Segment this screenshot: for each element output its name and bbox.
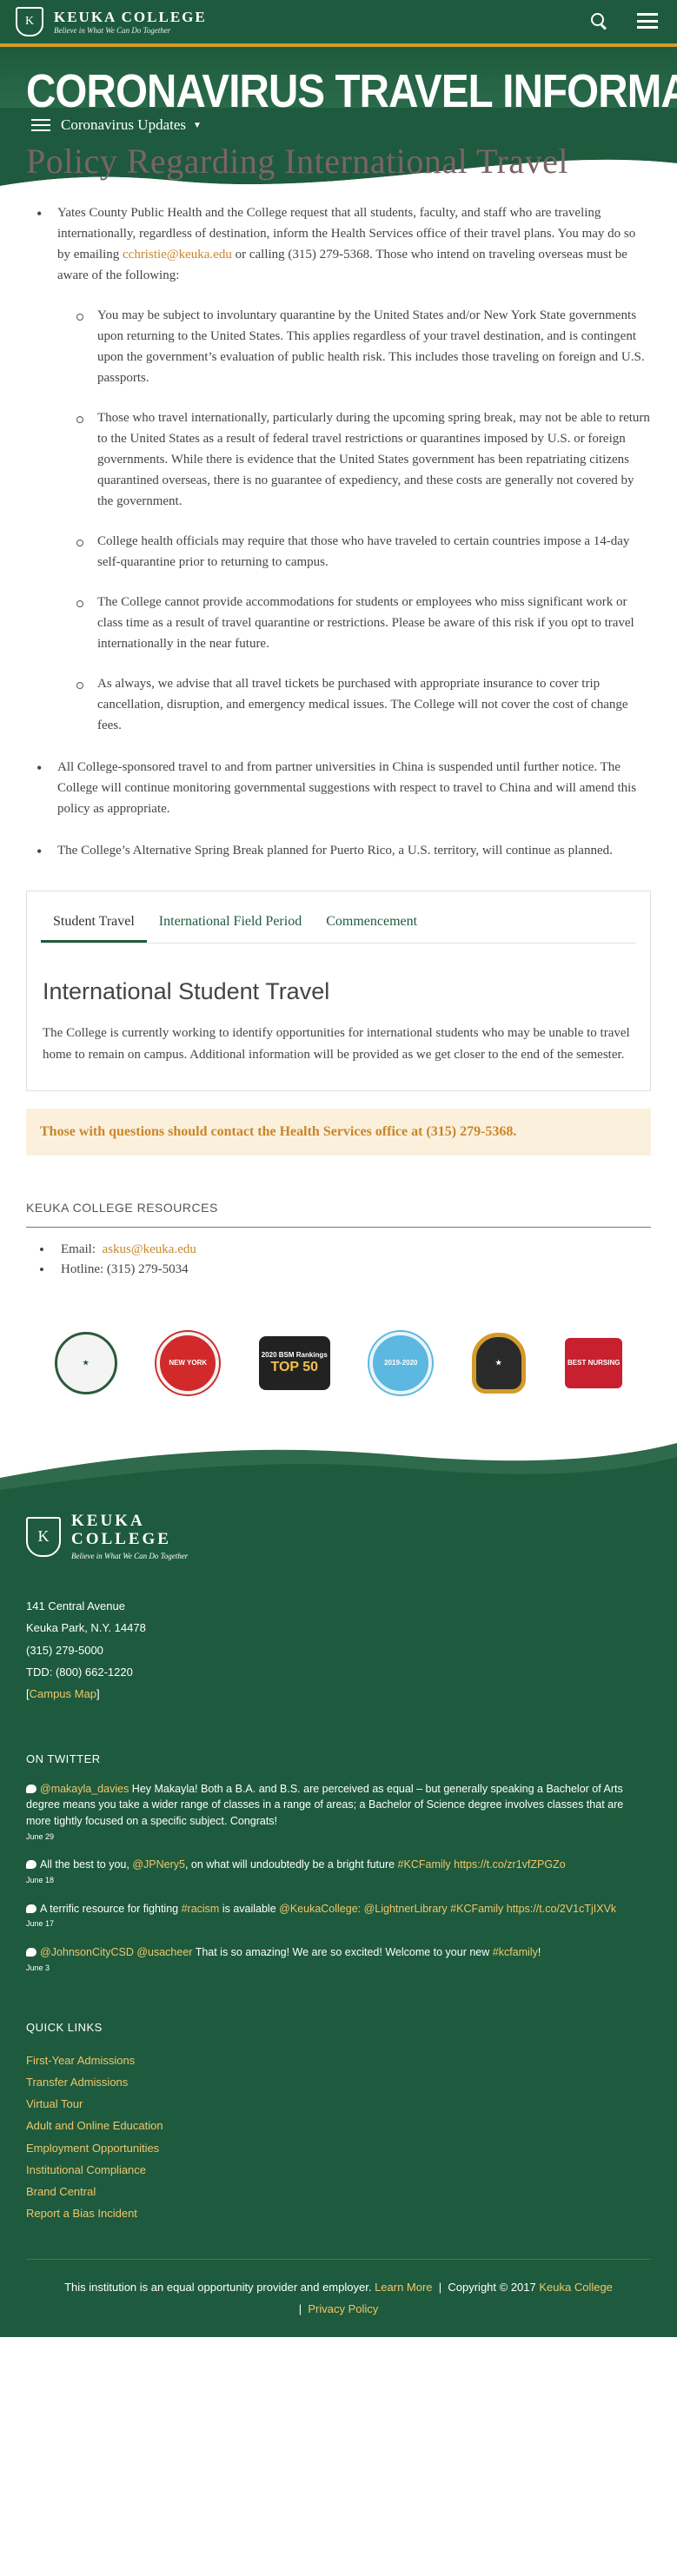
sub-list-item: College health officials may require tha… xyxy=(57,531,651,573)
footer-wave xyxy=(0,1434,677,1505)
quick-link-brand-central[interactable]: Brand Central xyxy=(26,2185,96,2198)
resources-list: Email: askus@keuka.edu Hotline: (315) 27… xyxy=(26,1239,651,1282)
tweet: @makayla_davies Hey Makayla! Both a B.A.… xyxy=(26,1782,624,1841)
college-of-distinction-badge: 2019-2020 xyxy=(369,1332,433,1395)
list-item: All College-sponsored travel to and from… xyxy=(26,756,651,819)
quick-link-first-year-admissions[interactable]: First-Year Admissions xyxy=(26,2054,135,2067)
subnav-label: Coronavirus Updates xyxy=(61,116,187,133)
twitter-icon xyxy=(26,1947,37,1957)
brand-tagline: Believe in What We Can Do Together xyxy=(54,26,171,35)
page-title: Policy Regarding International Travel xyxy=(26,142,568,181)
tweet: @JohnsonCityCSD @usacheer That is so ama… xyxy=(26,1945,541,1972)
best-nursing-badge: BEST NURSING xyxy=(565,1338,623,1389)
tweet-handle[interactable]: @makayla_davies xyxy=(40,1783,129,1795)
tweet-handle[interactable]: @JohnsonCityCSD @usacheer xyxy=(40,1946,192,1958)
travel-tabs: Student Travel International Field Perio… xyxy=(26,891,651,1091)
twitter-icon xyxy=(26,1784,37,1793)
college-logo-icon: K xyxy=(26,1516,61,1557)
subnav-toggle[interactable]: Coronavirus Updates ▼ xyxy=(31,116,202,134)
sub-list: You may be subject to involuntary quaran… xyxy=(57,305,651,736)
sub-list-item: As always, we advise that all travel tic… xyxy=(57,673,651,736)
site-header: K KEUKA COLLEGE Believe in What We Can D… xyxy=(0,0,677,47)
sub-list-item: The College cannot provide accommodation… xyxy=(57,592,651,654)
tweet-handle[interactable]: @JPNery5 xyxy=(132,1858,185,1871)
twitter-icon xyxy=(26,1860,37,1870)
award-badges: ★ NEW YORK 2020 BSM Rankings TOP 50 2019-… xyxy=(26,1332,651,1395)
brand[interactable]: KEUKA COLLEGE Believe in What We Can Do … xyxy=(54,9,207,35)
privacy-policy-link[interactable]: Privacy Policy xyxy=(308,2302,378,2315)
tweet-hashtag[interactable]: #racism xyxy=(182,1903,220,1915)
footer-address: 141 Central Avenue Keuka Park, N.Y. 1447… xyxy=(26,1599,146,1701)
askus-email-link[interactable]: askus@keuka.edu xyxy=(103,1242,196,1256)
tab-commencement[interactable]: Commencement xyxy=(314,904,429,943)
quick-link-virtual-tour[interactable]: Virtual Tour xyxy=(26,2097,83,2110)
top-50-badge: 2020 BSM Rankings TOP 50 xyxy=(258,1336,330,1391)
tweet: All the best to you, @JPNery5, on what w… xyxy=(26,1858,566,1885)
quick-link-report-bias[interactable]: Report a Bias Incident xyxy=(26,2207,137,2220)
twitter-icon xyxy=(26,1904,37,1913)
brand-name: KEUKA COLLEGE xyxy=(54,9,207,25)
hero-title: CORONAVIRUS TRAVEL INFORMATION xyxy=(26,65,677,117)
tab-student-travel[interactable]: Student Travel xyxy=(41,904,147,944)
learn-more-link[interactable]: Learn More xyxy=(375,2281,432,2294)
tab-panel-title: International Student Travel xyxy=(43,978,330,1005)
tab-list: Student Travel International Field Perio… xyxy=(41,904,636,944)
quick-link-employment[interactable]: Employment Opportunities xyxy=(26,2142,159,2155)
list-item: Hotline: (315) 279-5034 xyxy=(26,1259,651,1282)
college-logo-icon[interactable]: K xyxy=(16,7,43,36)
quick-links-heading: QUICK LINKS xyxy=(26,2021,103,2035)
page: K KEUKA COLLEGE Believe in What We Can D… xyxy=(0,0,677,2576)
tweet-link[interactable]: #KCFamily https://t.co/zr1vfZPGZo xyxy=(398,1858,566,1871)
site-footer: K KEUKA COLLEGE Believe in What We Can D… xyxy=(0,1504,677,2338)
keuka-college-link[interactable]: Keuka College xyxy=(539,2281,613,2294)
hamburger-icon xyxy=(31,119,50,131)
quick-link-institutional-compliance[interactable]: Institutional Compliance xyxy=(26,2163,146,2176)
twitter-heading: ON TWITTER xyxy=(26,1752,101,1765)
campus-map-link[interactable]: Campus Map xyxy=(30,1687,96,1700)
list-item: The College’s Alternative Spring Break p… xyxy=(26,839,651,864)
tweet: A terrific resource for fighting #racism… xyxy=(26,1902,617,1929)
caret-down-icon: ▼ xyxy=(193,120,202,130)
list-item: Yates County Public Health and the Colle… xyxy=(26,202,651,736)
search-icon[interactable] xyxy=(590,12,607,30)
resources-title: KEUKA COLLEGE RESOURCES xyxy=(26,1201,651,1228)
footer-logo[interactable]: K KEUKA COLLEGE Believe in What We Can D… xyxy=(26,1504,651,1560)
quick-link-adult-online-education[interactable]: Adult and Online Education xyxy=(26,2119,163,2132)
military-friendly-badge: ★ xyxy=(471,1333,526,1394)
sub-list-item: Those who travel internationally, partic… xyxy=(57,407,651,512)
tweet-hashtag[interactable]: #kcfamily xyxy=(493,1946,538,1958)
tweet-link[interactable]: @KeukaCollege: @LightnerLibrary #KCFamil… xyxy=(279,1903,616,1915)
policy-list: Yates County Public Health and the Colle… xyxy=(26,202,651,864)
tab-international-field-period[interactable]: International Field Period xyxy=(147,904,314,943)
contact-notice: Those with questions should contact the … xyxy=(26,1108,651,1156)
health-email-link[interactable]: cchristie@keuka.edu xyxy=(123,248,232,262)
hero-banner: CORONAVIRUS TRAVEL INFORMATION Coronavir… xyxy=(0,47,677,137)
menu-icon[interactable] xyxy=(637,13,658,29)
list-item: Email: askus@keuka.edu xyxy=(26,1239,651,1262)
presidential-honor-roll-badge: ★ xyxy=(54,1332,117,1395)
tab-panel-text: The College is currently working to iden… xyxy=(43,1026,630,1062)
quick-links: First-Year Admissions Transfer Admission… xyxy=(26,2050,651,2224)
new-york-badge: NEW YORK xyxy=(156,1332,220,1395)
footer-bottom: This institution is an equal opportunity… xyxy=(26,2258,651,2337)
quick-link-transfer-admissions[interactable]: Transfer Admissions xyxy=(26,2076,128,2089)
sub-list-item: You may be subject to involuntary quaran… xyxy=(57,305,651,388)
